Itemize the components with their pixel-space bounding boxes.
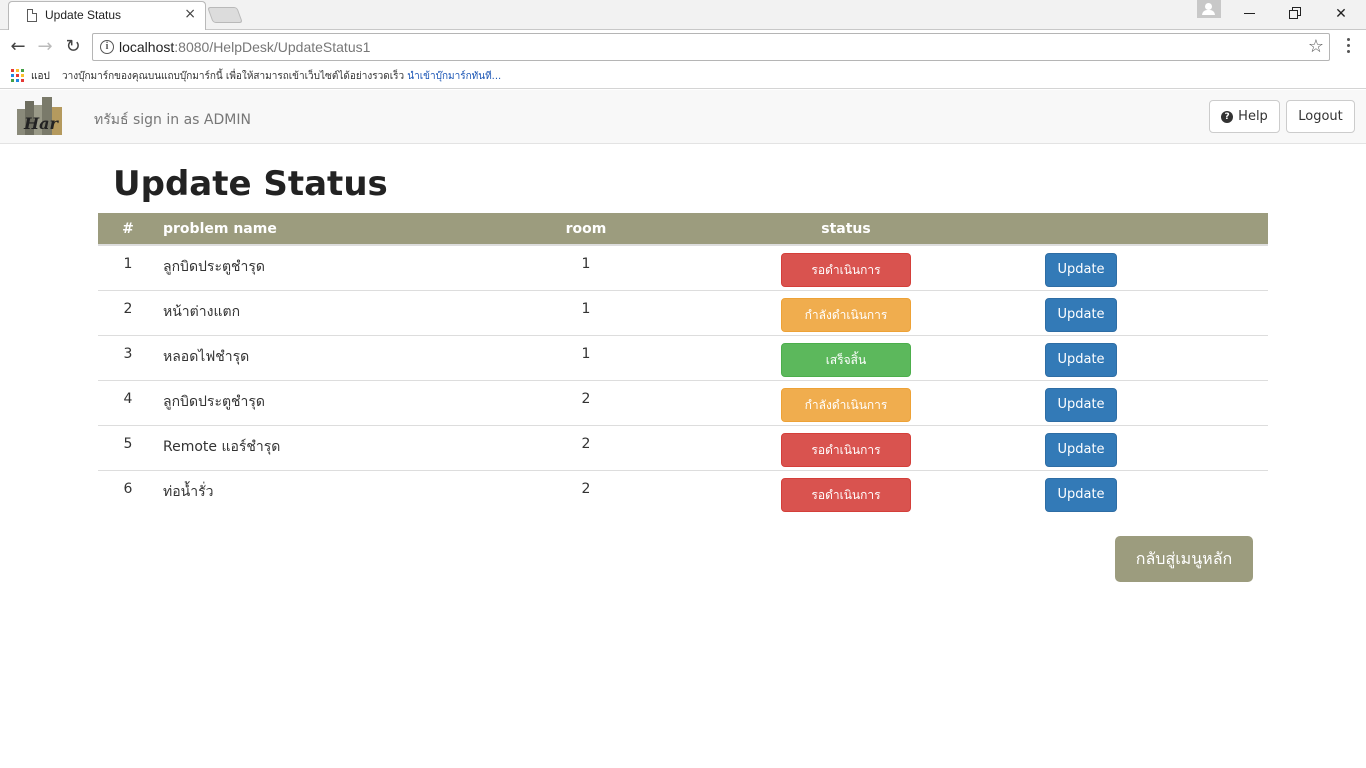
forward-icon[interactable]: → [34, 37, 56, 57]
tab-title: Update Status [45, 8, 122, 22]
browser-menu-icon[interactable] [1342, 38, 1354, 56]
address-bar[interactable]: i localhost:8080/HelpDesk/UpdateStatus1 … [92, 33, 1330, 61]
bookmarks-bar: แอป วางบุ๊กมาร์กของคุณบนแถบบุ๊กมาร์กนี้ … [0, 64, 1366, 89]
update-button[interactable]: Update [1045, 253, 1117, 287]
restore-icon[interactable] [1289, 7, 1301, 19]
room-number: 2 [581, 481, 591, 497]
status-button-done[interactable]: เสร็จสิ้น [781, 343, 911, 377]
reload-icon[interactable]: ↻ [62, 37, 84, 57]
help-label: Help [1238, 109, 1268, 124]
table-header: # problem name room status [98, 213, 1268, 246]
url-text: localhost:8080/HelpDesk/UpdateStatus1 [119, 39, 371, 55]
status-button-in-progress[interactable]: กำลังดำเนินการ [781, 388, 911, 422]
room-number: 1 [581, 256, 591, 272]
row-number: 6 [123, 481, 133, 497]
bookmark-star-icon[interactable]: ☆ [1308, 36, 1324, 57]
status-button-pending[interactable]: รอดำเนินการ [781, 433, 911, 467]
import-bookmarks-link[interactable]: นำเข้าบุ๊กมาร์กทันที... [407, 71, 501, 82]
table-row: 1 ลูกบิดประตูชำรุด 1 รอดำเนินการ Update [98, 246, 1268, 291]
logout-button[interactable]: Logout [1286, 100, 1355, 133]
minimize-icon[interactable] [1244, 13, 1255, 14]
info-icon[interactable]: i [100, 40, 114, 54]
browser-toolbar: ← → ↻ i localhost:8080/HelpDesk/UpdateSt… [0, 30, 1366, 64]
table-row: 3 หลอดไฟชำรุด 1 เสร็จสิ้น Update [98, 336, 1268, 381]
status-button-in-progress[interactable]: กำลังดำเนินการ [781, 298, 911, 332]
header-status: status [821, 221, 871, 237]
header-room: room [565, 221, 607, 237]
problem-name: ลูกบิดประตูชำรุด [163, 259, 266, 275]
page-title: Update Status [113, 164, 388, 204]
app-navbar: Har ทรัมธ์ sign in as ADMIN ? Help Logou… [0, 90, 1366, 144]
svg-text:Har: Har [23, 114, 59, 133]
profile-icon[interactable] [1197, 0, 1221, 18]
row-number: 1 [123, 256, 133, 272]
site-logo[interactable]: Har [15, 95, 65, 137]
help-button[interactable]: ? Help [1209, 100, 1280, 133]
room-number: 1 [581, 301, 591, 317]
problem-name: Remote แอร์ชำรุด [163, 439, 281, 455]
status-button-pending[interactable]: รอดำเนินการ [781, 253, 911, 287]
update-button[interactable]: Update [1045, 478, 1117, 512]
question-circle-icon: ? [1221, 110, 1234, 123]
room-number: 1 [581, 346, 591, 362]
table-row: 4 ลูกบิดประตูชำรุด 2 กำลังดำเนินการ Upda… [98, 381, 1268, 426]
update-button[interactable]: Update [1045, 298, 1117, 332]
problem-name: ลูกบิดประตูชำรุด [163, 394, 266, 410]
back-icon[interactable]: ← [7, 37, 29, 57]
room-number: 2 [581, 436, 591, 452]
row-number: 2 [123, 301, 133, 317]
problem-name: หน้าต่างแตก [163, 304, 241, 320]
apps-label[interactable]: แอป [31, 69, 50, 84]
status-button-pending[interactable]: รอดำเนินการ [781, 478, 911, 512]
browser-tabstrip: Update Status × ✕ [0, 0, 1366, 31]
header-problem-name: problem name [163, 221, 277, 237]
update-button[interactable]: Update [1045, 343, 1117, 377]
signed-in-text: ทรัมธ์ sign in as ADMIN [94, 112, 251, 128]
apps-grid-icon[interactable] [11, 69, 24, 82]
table-row: 2 หน้าต่างแตก 1 กำลังดำเนินการ Update [98, 291, 1268, 336]
table-row: 5 Remote แอร์ชำรุด 2 รอดำเนินการ Update [98, 426, 1268, 471]
row-number: 4 [123, 391, 133, 407]
new-tab-button[interactable] [207, 7, 243, 23]
room-number: 2 [581, 391, 591, 407]
close-window-icon[interactable]: ✕ [1327, 4, 1355, 24]
update-button[interactable]: Update [1045, 433, 1117, 467]
problem-name: ท่อน้ำรั่ว [163, 484, 214, 500]
row-number: 5 [123, 436, 133, 452]
row-number: 3 [123, 346, 133, 362]
back-to-main-menu-button[interactable]: กลับสู่เมนูหลัก [1115, 536, 1253, 582]
update-button[interactable]: Update [1045, 388, 1117, 422]
header-num: # [122, 221, 134, 237]
status-table: # problem name room status 1 ลูกบิดประตู… [98, 213, 1268, 516]
close-tab-icon[interactable]: × [184, 6, 196, 22]
table-row: 6 ท่อน้ำรั่ว 2 รอดำเนินการ Update [98, 471, 1268, 516]
bookmark-prompt: วางบุ๊กมาร์กของคุณบนแถบบุ๊กมาร์กนี้ เพื่… [62, 71, 502, 82]
browser-tab[interactable]: Update Status × [8, 1, 206, 31]
page-icon [27, 9, 37, 22]
problem-name: หลอดไฟชำรุด [163, 349, 250, 365]
